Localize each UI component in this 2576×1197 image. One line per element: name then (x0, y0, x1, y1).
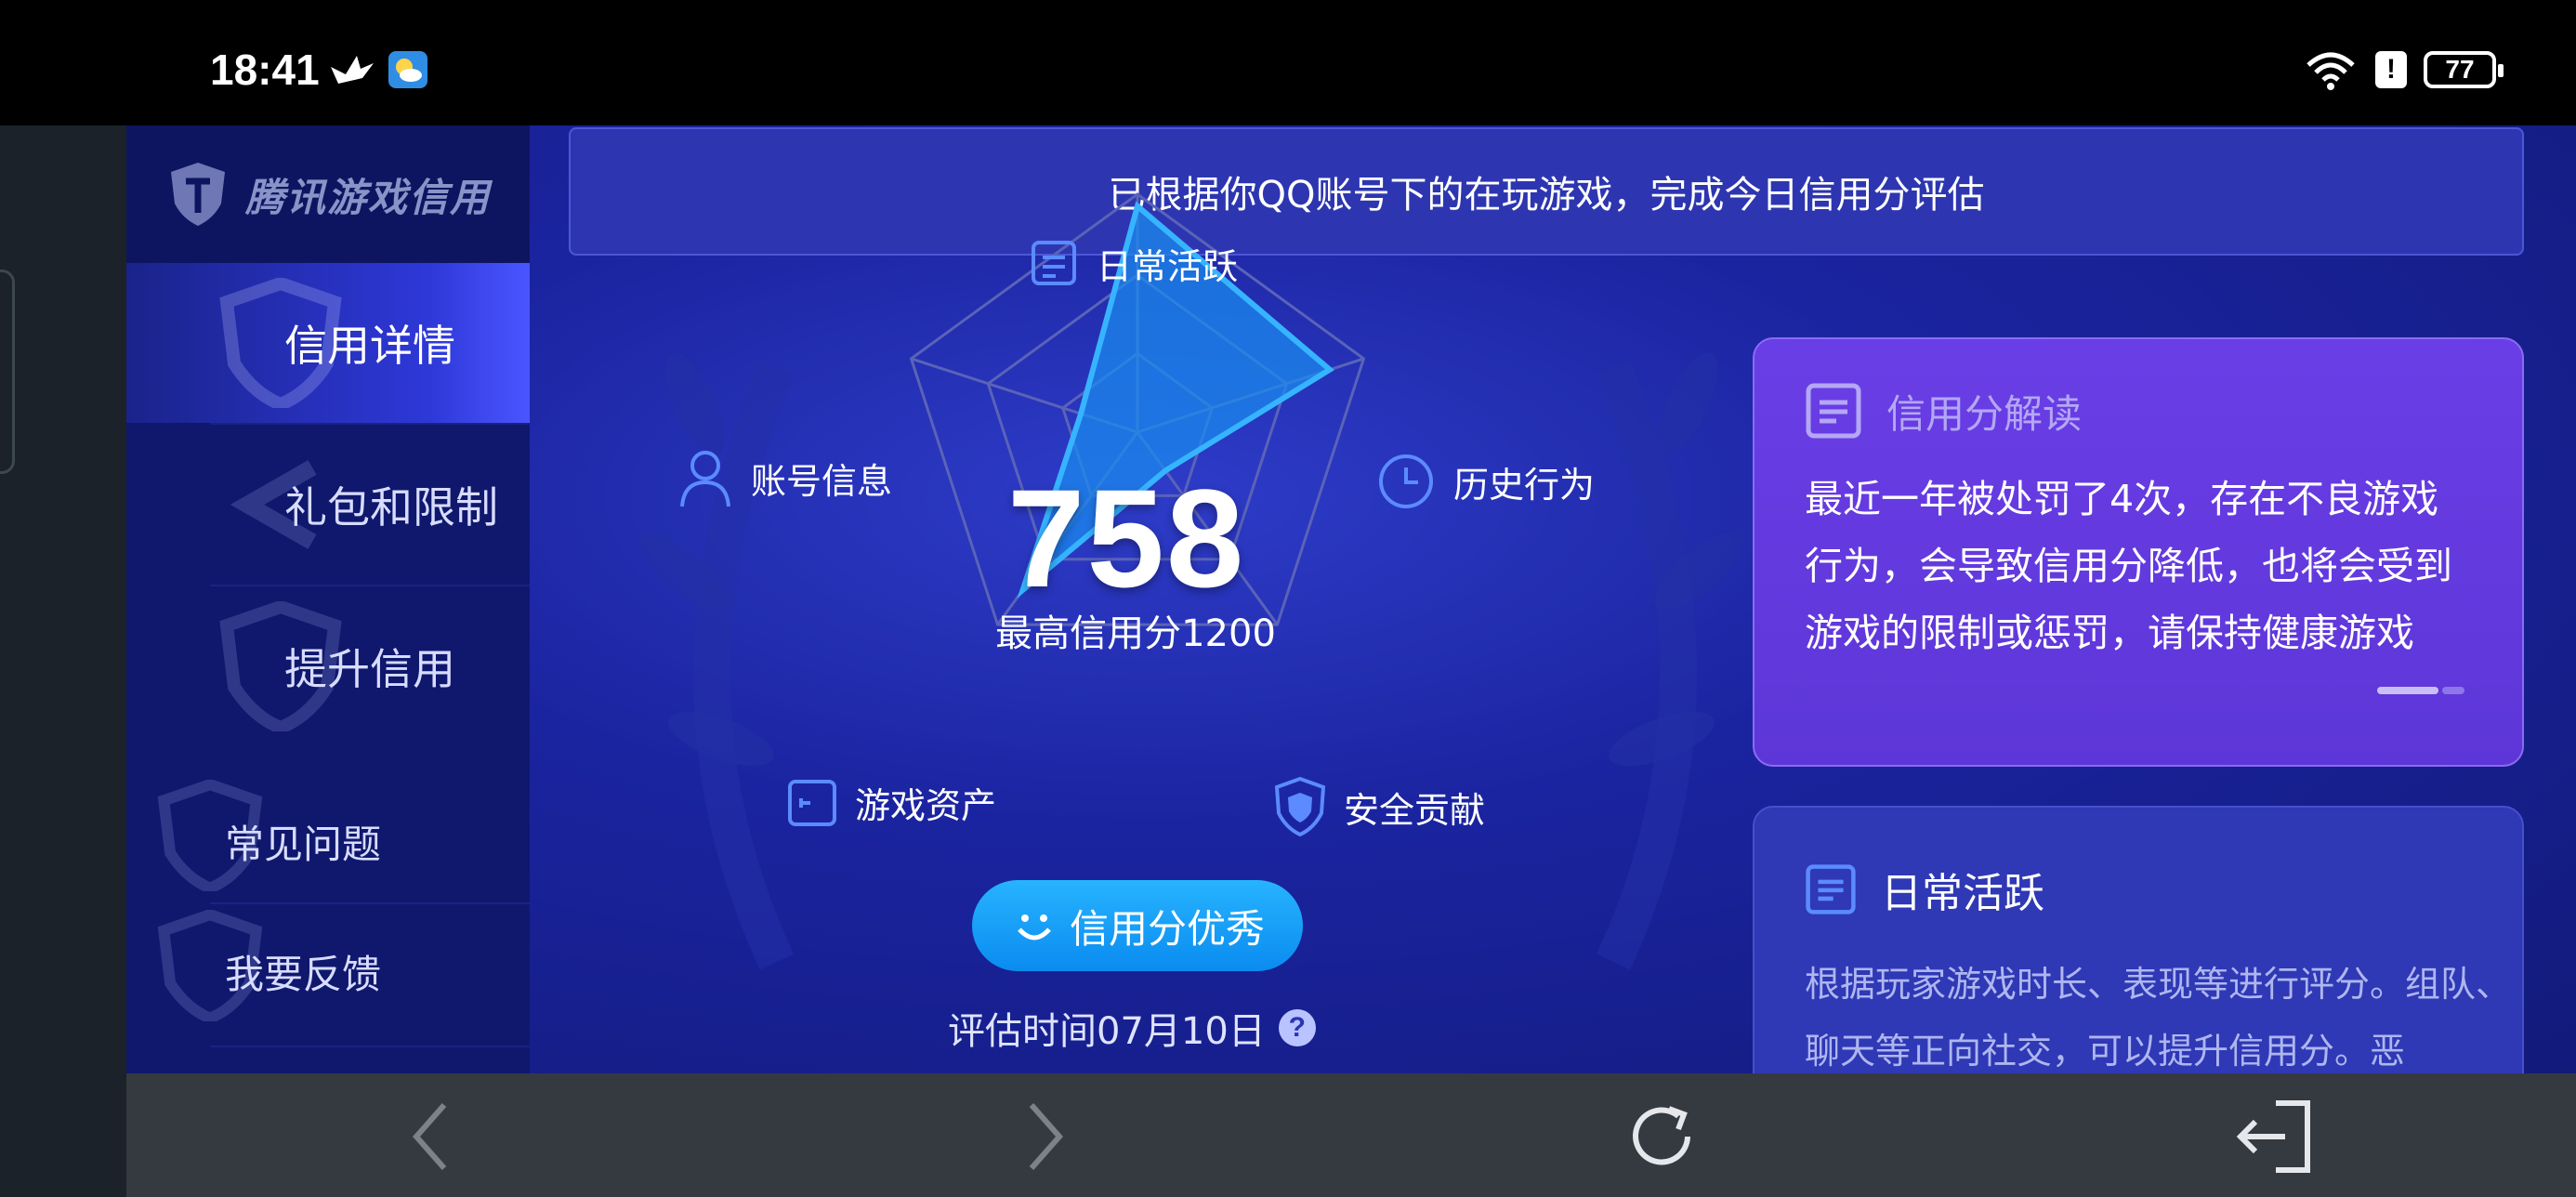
document-icon (1806, 864, 1856, 914)
shield-icon (1274, 776, 1326, 837)
pagination-indicator (2377, 687, 2464, 694)
card-header: 日常活跃 (1805, 860, 2472, 919)
status-time: 18:41 (210, 46, 320, 94)
dimension-account-info: 账号信息 (677, 447, 892, 508)
card-header: 信用分解读 (1805, 382, 2472, 440)
edge-panel-handle[interactable] (0, 270, 15, 474)
card-body: 最近一年被处罚了4次，存在不良游戏行为，会导致信用分降低，也将会受到游戏的限制或… (1805, 477, 2452, 655)
dimension-history-behavior: 历史行为 (1375, 451, 1595, 512)
evaluation-time: 评估时间07月10日 (948, 1010, 1266, 1053)
help-icon[interactable]: ? (1278, 1009, 1316, 1046)
dimension-label: 历史行为 (1453, 464, 1596, 506)
dimension-label: 游戏资产 (855, 784, 997, 826)
weather-icon (388, 51, 427, 88)
dimension-label: 安全贡献 (1344, 789, 1486, 831)
card-body: 根据玩家游戏时长、表现等进行评分。组队、聊天等正向社交，可以提升信用分。恶 (1805, 964, 2512, 1072)
alert-icon: ! (2375, 51, 2407, 88)
wallet-icon (788, 780, 836, 826)
refresh-button[interactable] (1617, 1092, 1706, 1181)
grade-badge-button[interactable]: 信用分优秀 (972, 880, 1303, 971)
pagination-dot (2442, 687, 2464, 694)
clock-icon (1379, 454, 1433, 508)
app-container: 腾讯游戏信用 信用详情 礼包和限制 提升信用 常见问题 我要反馈 已根据你QQ账… (126, 125, 2576, 1073)
pagination-dot-active (2377, 687, 2438, 694)
exit-button[interactable] (2228, 1092, 2318, 1181)
grade-label: 信用分优秀 (1069, 905, 1265, 952)
smile-icon (1018, 914, 1051, 940)
bird-notification-icon (331, 56, 374, 84)
back-button[interactable] (392, 1098, 470, 1176)
document-icon (1032, 241, 1076, 285)
user-icon (680, 451, 730, 507)
evaluation-time-row: 评估时间07月10日 ? (948, 1001, 1316, 1055)
wifi-icon (2307, 52, 2355, 90)
battery-icon: 77 (2424, 51, 2504, 88)
sidebar-item-label: 礼包和限制 (284, 482, 498, 533)
sidebar-item-label: 信用详情 (284, 321, 455, 371)
status-right-group: ! 77 (2303, 46, 2504, 93)
sidebar-item-label: 常见问题 (225, 821, 382, 867)
daily-activity-card: 日常活跃 根据玩家游戏时长、表现等进行评分。组队、聊天等正向社交，可以提升信用分… (1753, 806, 2524, 1073)
browser-toolbar (126, 1073, 2576, 1197)
document-icon (1806, 383, 1861, 439)
max-score-label: 最高信用分1200 (995, 612, 1276, 655)
card-title: 日常活跃 (1881, 870, 2044, 917)
sidebar-item-label: 我要反馈 (225, 951, 382, 997)
battery-level: 77 (2445, 55, 2475, 84)
forward-arrow-icon (1029, 1103, 1064, 1170)
dimension-security-contribution: 安全贡献 (1273, 776, 1485, 837)
credit-interpretation-card: 信用分解读 最近一年被处罚了4次，存在不良游戏行为，会导致信用分降低，也将会受到… (1753, 337, 2524, 767)
exit-icon (2236, 1100, 2310, 1173)
refresh-icon (1633, 1106, 1690, 1165)
dimension-game-assets: 游戏资产 (786, 776, 996, 828)
dimension-label: 日常活跃 (1097, 245, 1239, 287)
back-arrow-icon (412, 1103, 447, 1170)
forward-button[interactable] (1005, 1098, 1084, 1176)
sidebar-item-label: 提升信用 (284, 644, 455, 694)
left-gutter (0, 125, 126, 1197)
dimension-daily-activity: 日常活跃 (1028, 237, 1238, 289)
dimension-label: 账号信息 (751, 460, 893, 502)
status-bar: 18:41 ! 77 (0, 0, 2576, 125)
credit-score: 758 (1007, 460, 1246, 616)
card-title: 信用分解读 (1886, 390, 2083, 437)
